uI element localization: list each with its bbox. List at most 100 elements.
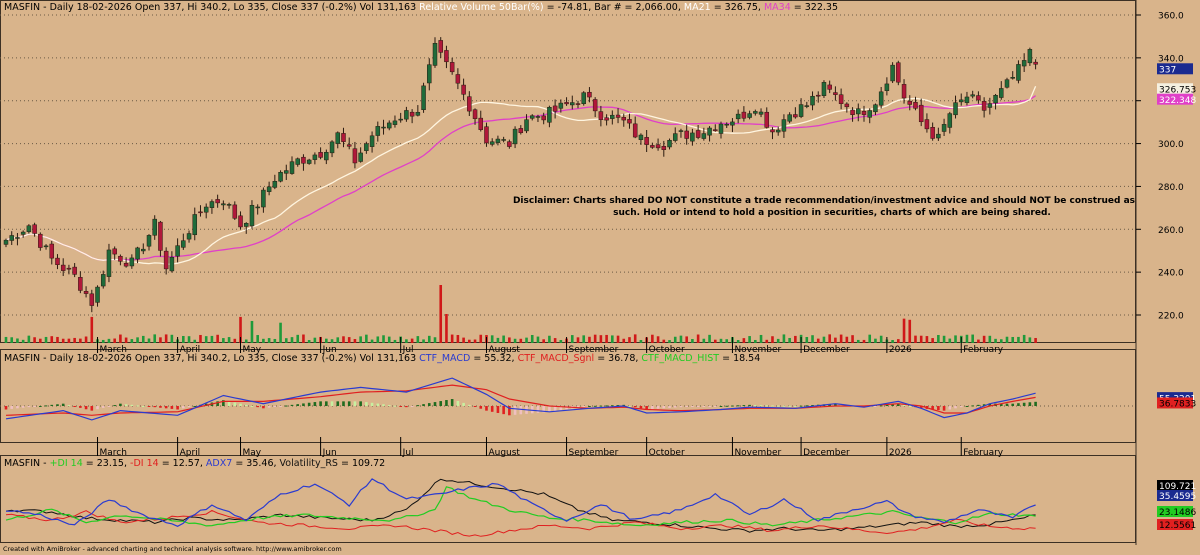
macd-histogram-bar bbox=[130, 404, 134, 406]
candle-body bbox=[158, 221, 163, 251]
volume-bar bbox=[90, 316, 94, 343]
macd-histogram-bar bbox=[765, 405, 769, 407]
month-label: October bbox=[649, 448, 685, 458]
macd-histogram-bar bbox=[971, 405, 974, 407]
candle-body bbox=[421, 85, 426, 111]
macd-histogram-bar bbox=[662, 406, 666, 409]
volume-bar bbox=[628, 337, 631, 343]
header-segment: Volatility_RS bbox=[280, 458, 338, 469]
volume-bar bbox=[851, 335, 854, 343]
candle-body bbox=[833, 92, 838, 95]
candle-body bbox=[1033, 61, 1038, 65]
volume-bar bbox=[782, 334, 786, 343]
volume-bar bbox=[16, 338, 19, 343]
volume-bar bbox=[834, 337, 837, 343]
volume-bar bbox=[393, 339, 397, 343]
candle-body bbox=[438, 40, 443, 53]
volume-bar bbox=[119, 334, 122, 343]
candle-body bbox=[758, 111, 764, 115]
macd-histogram-bar bbox=[725, 405, 729, 407]
macd-histogram-bar bbox=[96, 406, 99, 410]
candle-body bbox=[924, 119, 930, 130]
candle-body bbox=[827, 84, 832, 90]
candle-body bbox=[181, 240, 186, 248]
macd-histogram-bar bbox=[805, 405, 809, 407]
volume-bar bbox=[422, 339, 425, 343]
candle-body bbox=[987, 103, 993, 108]
candle-body bbox=[970, 94, 975, 97]
volume-bar bbox=[39, 338, 42, 343]
macd-histogram-bar bbox=[307, 402, 311, 406]
macd-histogram-bar bbox=[244, 404, 248, 406]
macd-histogram-bar bbox=[382, 404, 385, 406]
candle-body bbox=[867, 110, 872, 118]
month-label: Jun bbox=[322, 448, 337, 458]
macd-histogram-bar bbox=[176, 406, 179, 410]
macd-histogram-bar bbox=[416, 405, 420, 407]
candle-body bbox=[381, 126, 386, 129]
candle-body bbox=[993, 94, 998, 104]
volume-bar bbox=[267, 338, 271, 343]
volume-bar bbox=[879, 335, 883, 343]
volume-bar bbox=[353, 339, 357, 343]
macd-histogram-bar bbox=[942, 406, 946, 411]
volume-bar bbox=[479, 334, 483, 343]
candle-body bbox=[907, 100, 913, 105]
volume-bar bbox=[788, 337, 791, 343]
volume-bar bbox=[811, 335, 814, 343]
macd-histogram-bar bbox=[908, 406, 912, 407]
candle-body bbox=[432, 43, 438, 66]
header-segment: = 326.75, bbox=[711, 2, 764, 13]
volume-bar bbox=[994, 338, 997, 343]
candle-body bbox=[810, 95, 815, 106]
candle-body bbox=[655, 144, 661, 149]
macd-histogram-bar bbox=[44, 405, 48, 407]
macd-histogram-bar bbox=[1022, 402, 1026, 406]
volume-bar bbox=[611, 335, 614, 343]
candle-body bbox=[730, 121, 735, 126]
volume-bar bbox=[193, 339, 197, 343]
volume-bar bbox=[273, 338, 277, 343]
volume-bar bbox=[937, 334, 940, 343]
macd-histogram-bar bbox=[593, 405, 597, 407]
macd-histogram-bar bbox=[754, 404, 757, 406]
candle-body bbox=[495, 138, 501, 143]
volume-bar bbox=[439, 285, 443, 343]
macd-histogram-bar bbox=[359, 401, 362, 406]
volume-bar bbox=[919, 335, 923, 343]
volume-bar bbox=[1017, 336, 1020, 343]
volume-bar bbox=[307, 340, 311, 343]
macd-histogram-bar bbox=[153, 406, 157, 408]
candle-body bbox=[667, 139, 672, 148]
macd-histogram-bar bbox=[937, 406, 940, 411]
amibroker-chart[interactable]: 360.0340.0320.0300.0280.0260.0240.0220.0… bbox=[0, 0, 1200, 555]
candle-body bbox=[289, 161, 295, 174]
volume-bar bbox=[828, 334, 831, 343]
volume-bar bbox=[822, 336, 826, 343]
last-value-text: 35.4595 bbox=[1159, 492, 1196, 502]
volume-bar bbox=[490, 335, 494, 343]
candle-body bbox=[198, 211, 203, 214]
candle-body bbox=[890, 64, 895, 82]
macd-histogram-bar bbox=[227, 401, 231, 406]
candle-body bbox=[798, 104, 804, 117]
candle-body bbox=[529, 115, 535, 119]
volume-bar bbox=[33, 337, 36, 343]
candle-body bbox=[918, 104, 924, 123]
macd-histogram-bar bbox=[393, 405, 397, 407]
volume-bar bbox=[633, 334, 637, 343]
macd-histogram-bar bbox=[736, 405, 740, 407]
candle-body bbox=[335, 132, 341, 144]
volume-bar bbox=[776, 338, 780, 343]
price-y-tick-label: 220.0 bbox=[1158, 312, 1184, 322]
candle-body bbox=[32, 224, 37, 234]
month-label: August bbox=[488, 448, 520, 458]
volume-bar bbox=[593, 334, 597, 343]
volume-bar bbox=[719, 338, 723, 343]
volume-bar bbox=[862, 339, 866, 343]
volume-bar bbox=[891, 340, 894, 343]
volume-bar bbox=[708, 334, 711, 343]
volume-bar bbox=[250, 320, 254, 343]
candle-body bbox=[564, 102, 569, 105]
candle-body bbox=[324, 151, 329, 161]
